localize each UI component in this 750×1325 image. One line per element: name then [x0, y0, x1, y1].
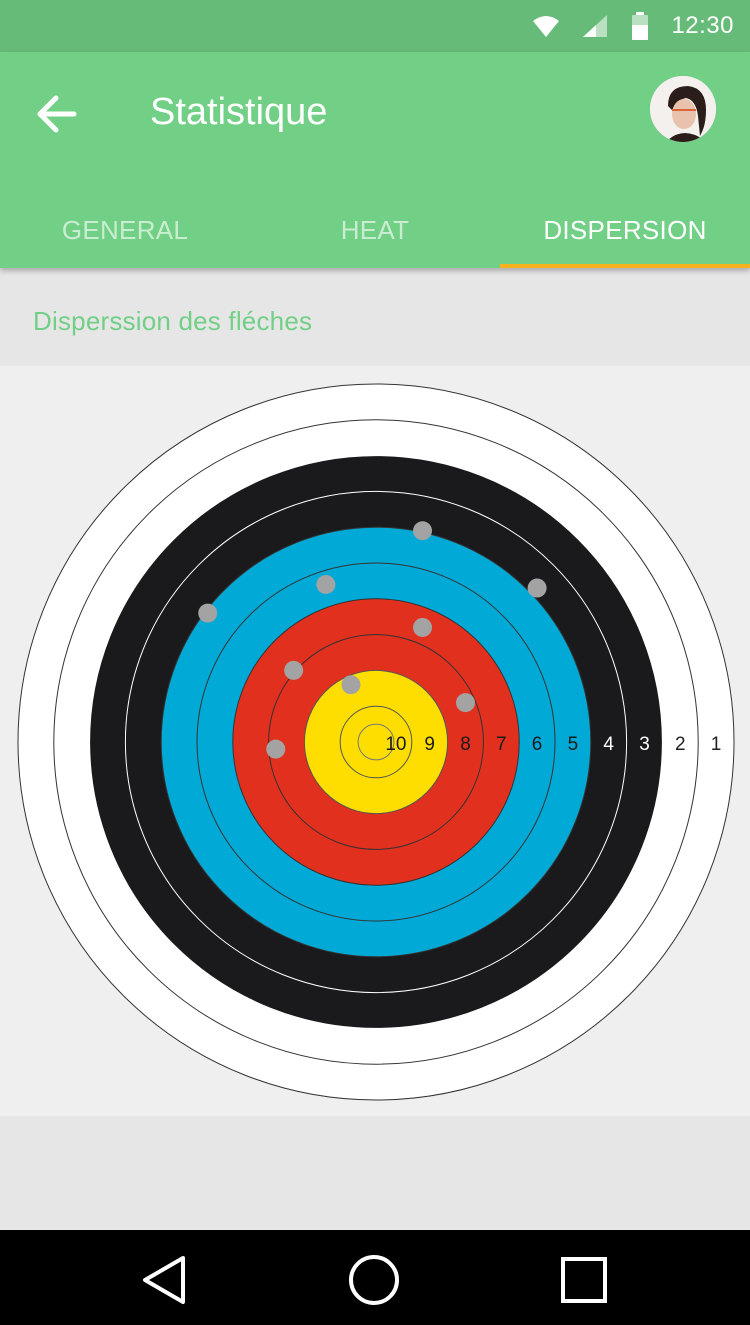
back-nav-icon: [143, 1256, 185, 1304]
ring-label-5: 5: [568, 734, 579, 755]
target-chart: 10 9 8 7 6 5 4 3 2 1: [17, 383, 735, 1101]
nav-recents-button[interactable]: [554, 1250, 614, 1310]
ring-label-10: 10: [385, 734, 406, 755]
arrow-mark-6[interactable]: [284, 660, 304, 680]
app-bar: Statistique GENERAL HEAT DISPERSION: [0, 52, 750, 268]
arrow-mark-5[interactable]: [413, 617, 433, 637]
nav-home-button[interactable]: [344, 1250, 404, 1310]
user-avatar-icon: [650, 76, 716, 142]
tab-dispersion-label: DISPERSION: [543, 214, 707, 245]
tab-general-label: GENERAL: [61, 214, 189, 245]
status-time: 12:30: [671, 12, 734, 39]
ring-label-6: 6: [532, 734, 543, 755]
ring-label-9: 9: [424, 734, 435, 755]
arrow-mark-9[interactable]: [266, 739, 286, 759]
status-bar: 12:30: [0, 0, 750, 52]
arrow-mark-3[interactable]: [316, 574, 336, 594]
nav-back-button[interactable]: [135, 1250, 195, 1310]
ring-label-2: 2: [675, 734, 686, 755]
ring-label-3: 3: [639, 734, 650, 755]
dispersion-chart-panel: 10 9 8 7 6 5 4 3 2 1: [0, 366, 750, 1116]
arrow-left-icon: [37, 95, 77, 133]
tab-heat[interactable]: HEAT: [250, 192, 500, 268]
signal-icon: [583, 15, 608, 37]
arrow-mark-7[interactable]: [341, 675, 361, 695]
tab-general[interactable]: GENERAL: [0, 192, 250, 268]
arrow-mark-2[interactable]: [527, 578, 547, 598]
ring-label-4: 4: [603, 734, 614, 755]
wifi-icon: [533, 16, 560, 37]
arrow-mark-8[interactable]: [456, 693, 475, 713]
arrow-mark-4[interactable]: [198, 603, 218, 623]
tab-dispersion[interactable]: DISPERSION: [500, 192, 750, 268]
back-button[interactable]: [32, 90, 84, 138]
status-icons: 12:30: [531, 10, 734, 42]
section-title: Disperssion des fléches: [33, 306, 313, 336]
page-title: Statistique: [150, 91, 328, 133]
battery-icon: [632, 12, 649, 40]
arrow-mark-1[interactable]: [413, 521, 433, 541]
home-nav-icon: [349, 1255, 399, 1305]
tab-heat-label: HEAT: [340, 214, 410, 245]
ring-label-8: 8: [460, 734, 471, 755]
ring-label-1: 1: [711, 734, 722, 755]
tab-bar: GENERAL HEAT DISPERSION: [0, 192, 750, 268]
recents-nav-icon: [561, 1257, 607, 1303]
ring-label-7: 7: [496, 734, 507, 755]
avatar[interactable]: [650, 76, 716, 142]
navigation-bar: [0, 1230, 750, 1325]
